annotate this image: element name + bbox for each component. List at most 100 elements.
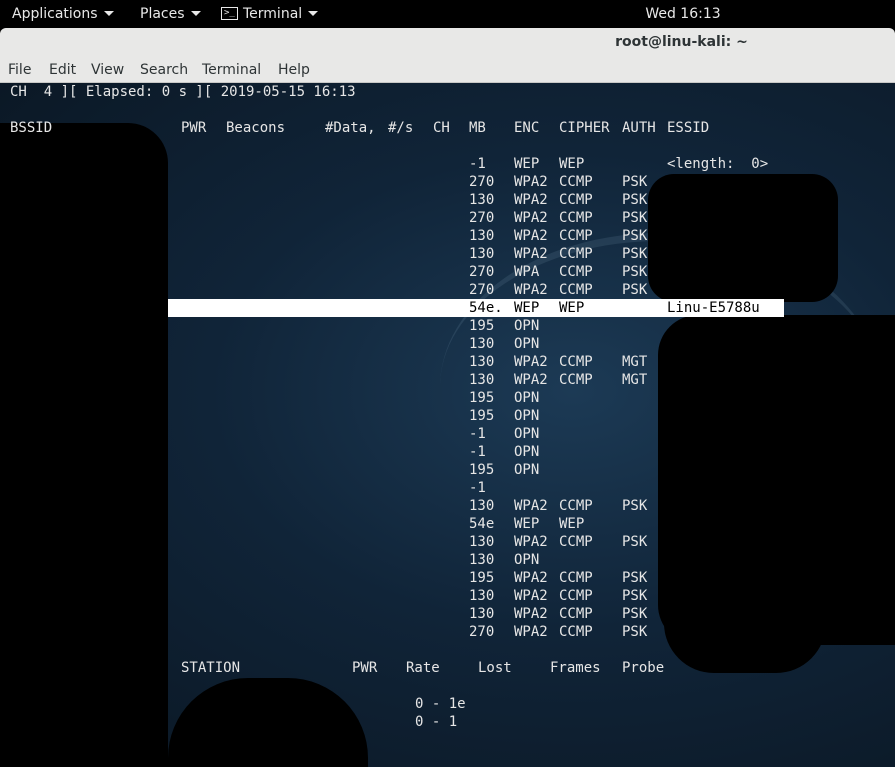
header-ch: CH	[433, 120, 450, 136]
cell-auth: PSK	[622, 624, 648, 640]
cell-cipher: CCMP	[559, 246, 593, 262]
cell-enc: WPA2	[514, 282, 548, 298]
window-titlebar[interactable]: root@linu-kali: ~	[0, 28, 895, 58]
header-pwr: PWR	[181, 120, 207, 136]
cell-mb: 130	[469, 552, 495, 568]
cell-auth: PSK	[622, 606, 648, 622]
menu-view[interactable]: View	[91, 62, 124, 78]
cell-enc: WPA2	[514, 246, 548, 262]
cell-mb: 130	[469, 588, 495, 604]
cell-mb: 270	[469, 174, 495, 190]
cell-auth: PSK	[622, 534, 648, 550]
header-data: #Data,	[325, 120, 376, 136]
cell-mb: 130	[469, 354, 495, 370]
cell-cipher: CCMP	[559, 498, 593, 514]
cell-enc: WEP	[514, 516, 540, 532]
cell-enc: OPN	[514, 390, 540, 406]
cell-auth: PSK	[622, 192, 648, 208]
cell-cipher: CCMP	[559, 570, 593, 586]
cell-enc: WPA2	[514, 588, 548, 604]
top-panel: Applications Places >_ Terminal Wed 16:13	[0, 0, 895, 28]
cell-mb: 54e	[469, 516, 495, 532]
cell-mb: 130	[469, 336, 495, 352]
cell-mb: 270	[469, 624, 495, 640]
menu-edit[interactable]: Edit	[49, 62, 76, 78]
cell-auth: PSK	[622, 174, 648, 190]
header-probe: Probe	[622, 660, 665, 676]
station-table-header: STATION PWR Rate Lost Frames Probe	[0, 659, 664, 677]
cell-mb: 195	[469, 570, 495, 586]
redaction-lower-right	[664, 383, 826, 673]
header-per-second: #/s	[388, 120, 414, 136]
cell-auth: PSK	[622, 282, 648, 298]
station-cell-rate: 0 - 1e	[415, 696, 466, 712]
cell-enc: WPA2	[514, 174, 548, 190]
cell-mb: 270	[469, 210, 495, 226]
cell-mb: 54e.	[469, 300, 503, 316]
header-essid: ESSID	[667, 120, 710, 136]
cell-mb: 130	[469, 192, 495, 208]
cell-enc: WPA2	[514, 192, 548, 208]
cell-cipher: CCMP	[559, 174, 593, 190]
cell-enc: OPN	[514, 426, 540, 442]
cell-auth: PSK	[622, 228, 648, 244]
cell-enc: WPA2	[514, 624, 548, 640]
cell-mb: 270	[469, 264, 495, 280]
cell-auth: PSK	[622, 264, 648, 280]
cell-mb: 195	[469, 462, 495, 478]
cell-mb: -1	[469, 156, 486, 172]
clock[interactable]: Wed 16:13	[0, 5, 895, 23]
menu-terminal[interactable]: Terminal	[202, 62, 261, 78]
cell-enc: WPA	[514, 264, 540, 280]
cell-auth: PSK	[622, 246, 648, 262]
cell-enc: WPA2	[514, 498, 548, 514]
header-cipher: CIPHER	[559, 120, 610, 136]
cell-auth: PSK	[622, 210, 648, 226]
station-cell-rate: 0 - 1	[415, 714, 458, 730]
header-frames: Frames	[550, 660, 601, 676]
cell-enc: WPA2	[514, 210, 548, 226]
cell-auth: PSK	[622, 498, 648, 514]
cell-enc: WPA2	[514, 534, 548, 550]
cell-mb: 130	[469, 372, 495, 388]
cell-auth: MGT	[622, 354, 648, 370]
cell-mb: -1	[469, 426, 486, 442]
cell-enc: WPA2	[514, 228, 548, 244]
cell-cipher: CCMP	[559, 624, 593, 640]
cell-auth: MGT	[622, 372, 648, 388]
cell-mb: 130	[469, 228, 495, 244]
menu-search[interactable]: Search	[140, 62, 188, 78]
cell-enc: OPN	[514, 318, 540, 334]
cell-mb: 195	[469, 390, 495, 406]
header-bssid: BSSID	[10, 120, 53, 136]
terminal-output[interactable]: CH 4 ][ Elapsed: 0 s ][ 2019-05-15 16:13…	[0, 83, 895, 767]
cell-cipher: WEP	[559, 156, 585, 172]
redaction-station-mac	[168, 678, 368, 767]
cell-enc: WPA2	[514, 354, 548, 370]
cell-enc: WEP	[514, 156, 540, 172]
menu-help[interactable]: Help	[278, 62, 310, 78]
cell-cipher: CCMP	[559, 354, 593, 370]
cell-mb: 195	[469, 318, 495, 334]
cell-enc: WPA2	[514, 606, 548, 622]
header-enc: ENC	[514, 120, 540, 136]
cell-enc: WEP	[514, 300, 540, 316]
ap-table-header: BSSID PWR Beacons #Data, #/s CH MB ENC C…	[0, 119, 709, 137]
cell-cipher: CCMP	[559, 264, 593, 280]
cell-cipher: CCMP	[559, 210, 593, 226]
header-station: STATION	[181, 660, 241, 676]
menu-file[interactable]: File	[8, 62, 31, 78]
cell-enc: OPN	[514, 336, 540, 352]
cell-mb: -1	[469, 444, 486, 460]
cell-auth: PSK	[622, 570, 648, 586]
cell-cipher: WEP	[559, 300, 585, 316]
menu-bar: File Edit View Search Terminal Help	[0, 58, 895, 83]
cell-cipher: CCMP	[559, 588, 593, 604]
window-title: root@linu-kali: ~	[615, 34, 748, 50]
cell-cipher: CCMP	[559, 228, 593, 244]
header-auth: AUTH	[622, 120, 656, 136]
cell-auth: PSK	[622, 588, 648, 604]
header-mb: MB	[469, 120, 486, 136]
header-rate: Rate	[406, 660, 440, 676]
cell-mb: 130	[469, 534, 495, 550]
